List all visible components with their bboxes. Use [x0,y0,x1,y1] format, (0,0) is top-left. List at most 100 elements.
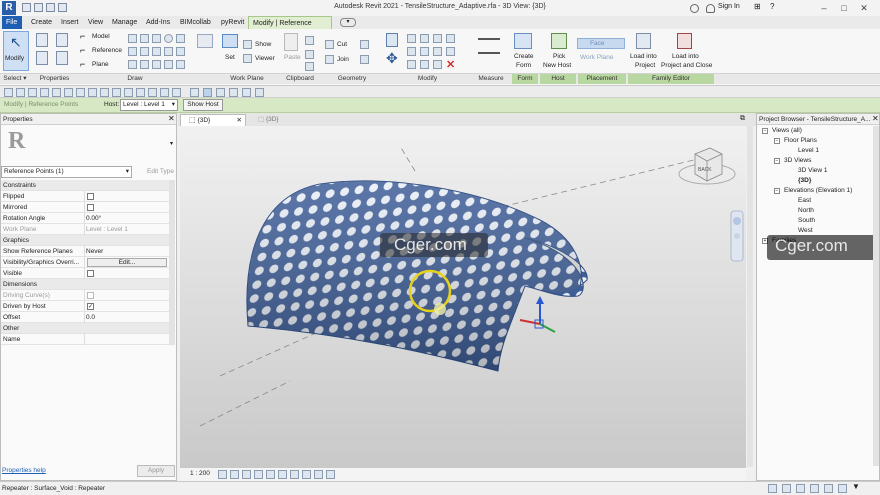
collapse-icon[interactable]: − [774,188,780,194]
select-pinned-status-icon[interactable] [838,484,847,493]
collapse-icon[interactable]: − [762,128,768,134]
arc-tool-icon[interactable] [176,34,185,43]
type-selector[interactable]: Reference Points (1) ▾ [1,166,132,178]
show-constraints-icon[interactable] [326,470,335,479]
tab-view[interactable]: View [84,16,107,29]
view-tab-3d[interactable]: ⬚ {3D} [250,114,310,126]
browser-tree-item[interactable]: − Views (all) [760,126,875,136]
load-close-label-1[interactable]: Load into [672,53,699,60]
viewcube[interactable] [694,147,723,182]
browser-tree-item[interactable]: − Floor Plans [760,136,875,146]
property-value[interactable]: 0.00° [86,213,101,224]
properties-close-icon[interactable]: ✕ [168,114,175,123]
geometry-cut-label[interactable]: Cut [337,41,347,48]
family-types-icon[interactable] [56,33,68,47]
clipboard-paste-label[interactable]: Paste [284,54,301,61]
apply-button[interactable]: Apply [137,465,175,477]
tab-pyrevit[interactable]: pyRevit [217,16,248,29]
qa-select-underlay-icon[interactable] [216,88,225,97]
property-category[interactable]: Graphics [1,235,169,246]
qa-measure-icon[interactable] [64,88,73,97]
aligned-dimension-icon[interactable] [478,52,500,54]
qa-select-by-face-icon[interactable] [242,88,251,97]
geometry-join-label[interactable]: Join [337,56,349,63]
sign-in-link[interactable]: Sign In [718,3,740,10]
type-selector-chevron-icon[interactable]: ▾ [170,140,173,147]
circle-tool-icon[interactable] [164,34,173,43]
tangent-arc-icon[interactable] [128,60,137,69]
project-browser-close-icon[interactable]: ✕ [872,114,879,123]
browser-tree-item[interactable]: − Elevations (Elevation 1) [760,186,875,196]
join-geometry-icon[interactable] [325,55,334,64]
properties-help-link[interactable]: Properties help [2,467,46,474]
mirror-axis-icon[interactable] [420,34,429,43]
property-checkbox[interactable] [87,204,94,211]
load-into-project-icon[interactable] [636,33,651,49]
show-host-button[interactable]: Show Host [183,99,223,111]
pick-lines-icon[interactable] [176,47,185,56]
browser-tree-item[interactable]: South [760,216,875,226]
detail-level-icon[interactable] [218,470,227,479]
help-icon[interactable]: ? [770,2,774,11]
tab-create[interactable]: Create [27,16,56,29]
property-checkbox[interactable] [87,270,94,277]
form-create-label[interactable]: Create [514,53,534,60]
property-row[interactable]: Visibility/Graphics Overri... Edit... [1,257,169,268]
tab-manage[interactable]: Manage [108,16,141,29]
show-crop-icon[interactable] [278,470,287,479]
qa-select-pinned-icon[interactable] [229,88,238,97]
copy-element-icon[interactable] [420,47,429,56]
temporary-hide-icon[interactable] [302,470,311,479]
view-tabs-menu-icon[interactable]: ⧉ [740,115,745,123]
property-row[interactable]: Driven by Host ✓ [1,301,169,312]
property-category[interactable]: Other [1,323,169,334]
pick-new-host-icon[interactable] [551,33,567,49]
viewport-canvas[interactable]: BACK [180,126,746,467]
project-browser-scrollbar[interactable] [873,126,879,466]
edit-type-button[interactable]: Edit Type [134,166,176,178]
steering-wheel-icon[interactable] [733,217,741,225]
editable-only-icon[interactable] [796,484,805,493]
qa-drag-elements-icon[interactable] [255,88,264,97]
qa-open-icon[interactable] [4,88,13,97]
qa-print-icon[interactable] [52,88,61,97]
array-icon[interactable] [446,47,455,56]
model-line-icon[interactable]: ⌐ [80,31,85,41]
polygon-tool-icon[interactable] [152,34,161,43]
host-new-host-label[interactable]: New Host [543,62,571,69]
draw-plane-label[interactable]: Plane [92,61,109,68]
browser-tree-item[interactable]: {3D} [760,176,875,186]
workplane-viewer-label[interactable]: Viewer [255,55,275,62]
qa-dimension-icon[interactable] [76,88,85,97]
qa-section-icon[interactable] [124,88,133,97]
paste-icon[interactable] [284,33,298,51]
workplane-set-label[interactable]: Set [225,54,235,61]
property-row[interactable]: Driving Curve(s) [1,290,169,301]
property-checkbox[interactable] [87,292,94,299]
qa-switch-windows-icon[interactable] [160,88,169,97]
property-value[interactable]: Level : Level 1 [86,224,128,235]
match-type-icon[interactable] [305,62,314,71]
properties-icon[interactable] [36,33,48,47]
partial-ellipse-icon[interactable] [140,60,149,69]
cut-geometry-icon[interactable] [325,40,334,49]
type-properties-icon[interactable] [36,51,48,65]
worksets-icon[interactable] [768,484,777,493]
split-element-icon[interactable] [446,34,455,43]
browser-tree-item[interactable]: North [760,206,875,216]
move-icon[interactable]: ✥ [386,50,398,67]
scale-icon[interactable] [407,60,416,69]
visual-style-icon[interactable] [230,470,239,479]
tab-insert[interactable]: Insert [57,16,83,29]
line-tool-icon[interactable] [128,34,137,43]
qa-customize-icon[interactable] [172,88,181,97]
pin-icon[interactable] [420,60,429,69]
panel-select-label[interactable]: Select ▾ [2,74,28,84]
trim-extend-icon[interactable] [433,47,442,56]
property-row[interactable]: Show Reference Planes Never [1,246,169,257]
property-category[interactable]: Dimensions [1,279,169,290]
property-row[interactable]: Visible [1,268,169,279]
browser-tree-item[interactable]: 3D View 1 [760,166,875,176]
delete-icon[interactable]: ✕ [446,58,455,71]
reference-point-marker[interactable] [434,303,446,315]
